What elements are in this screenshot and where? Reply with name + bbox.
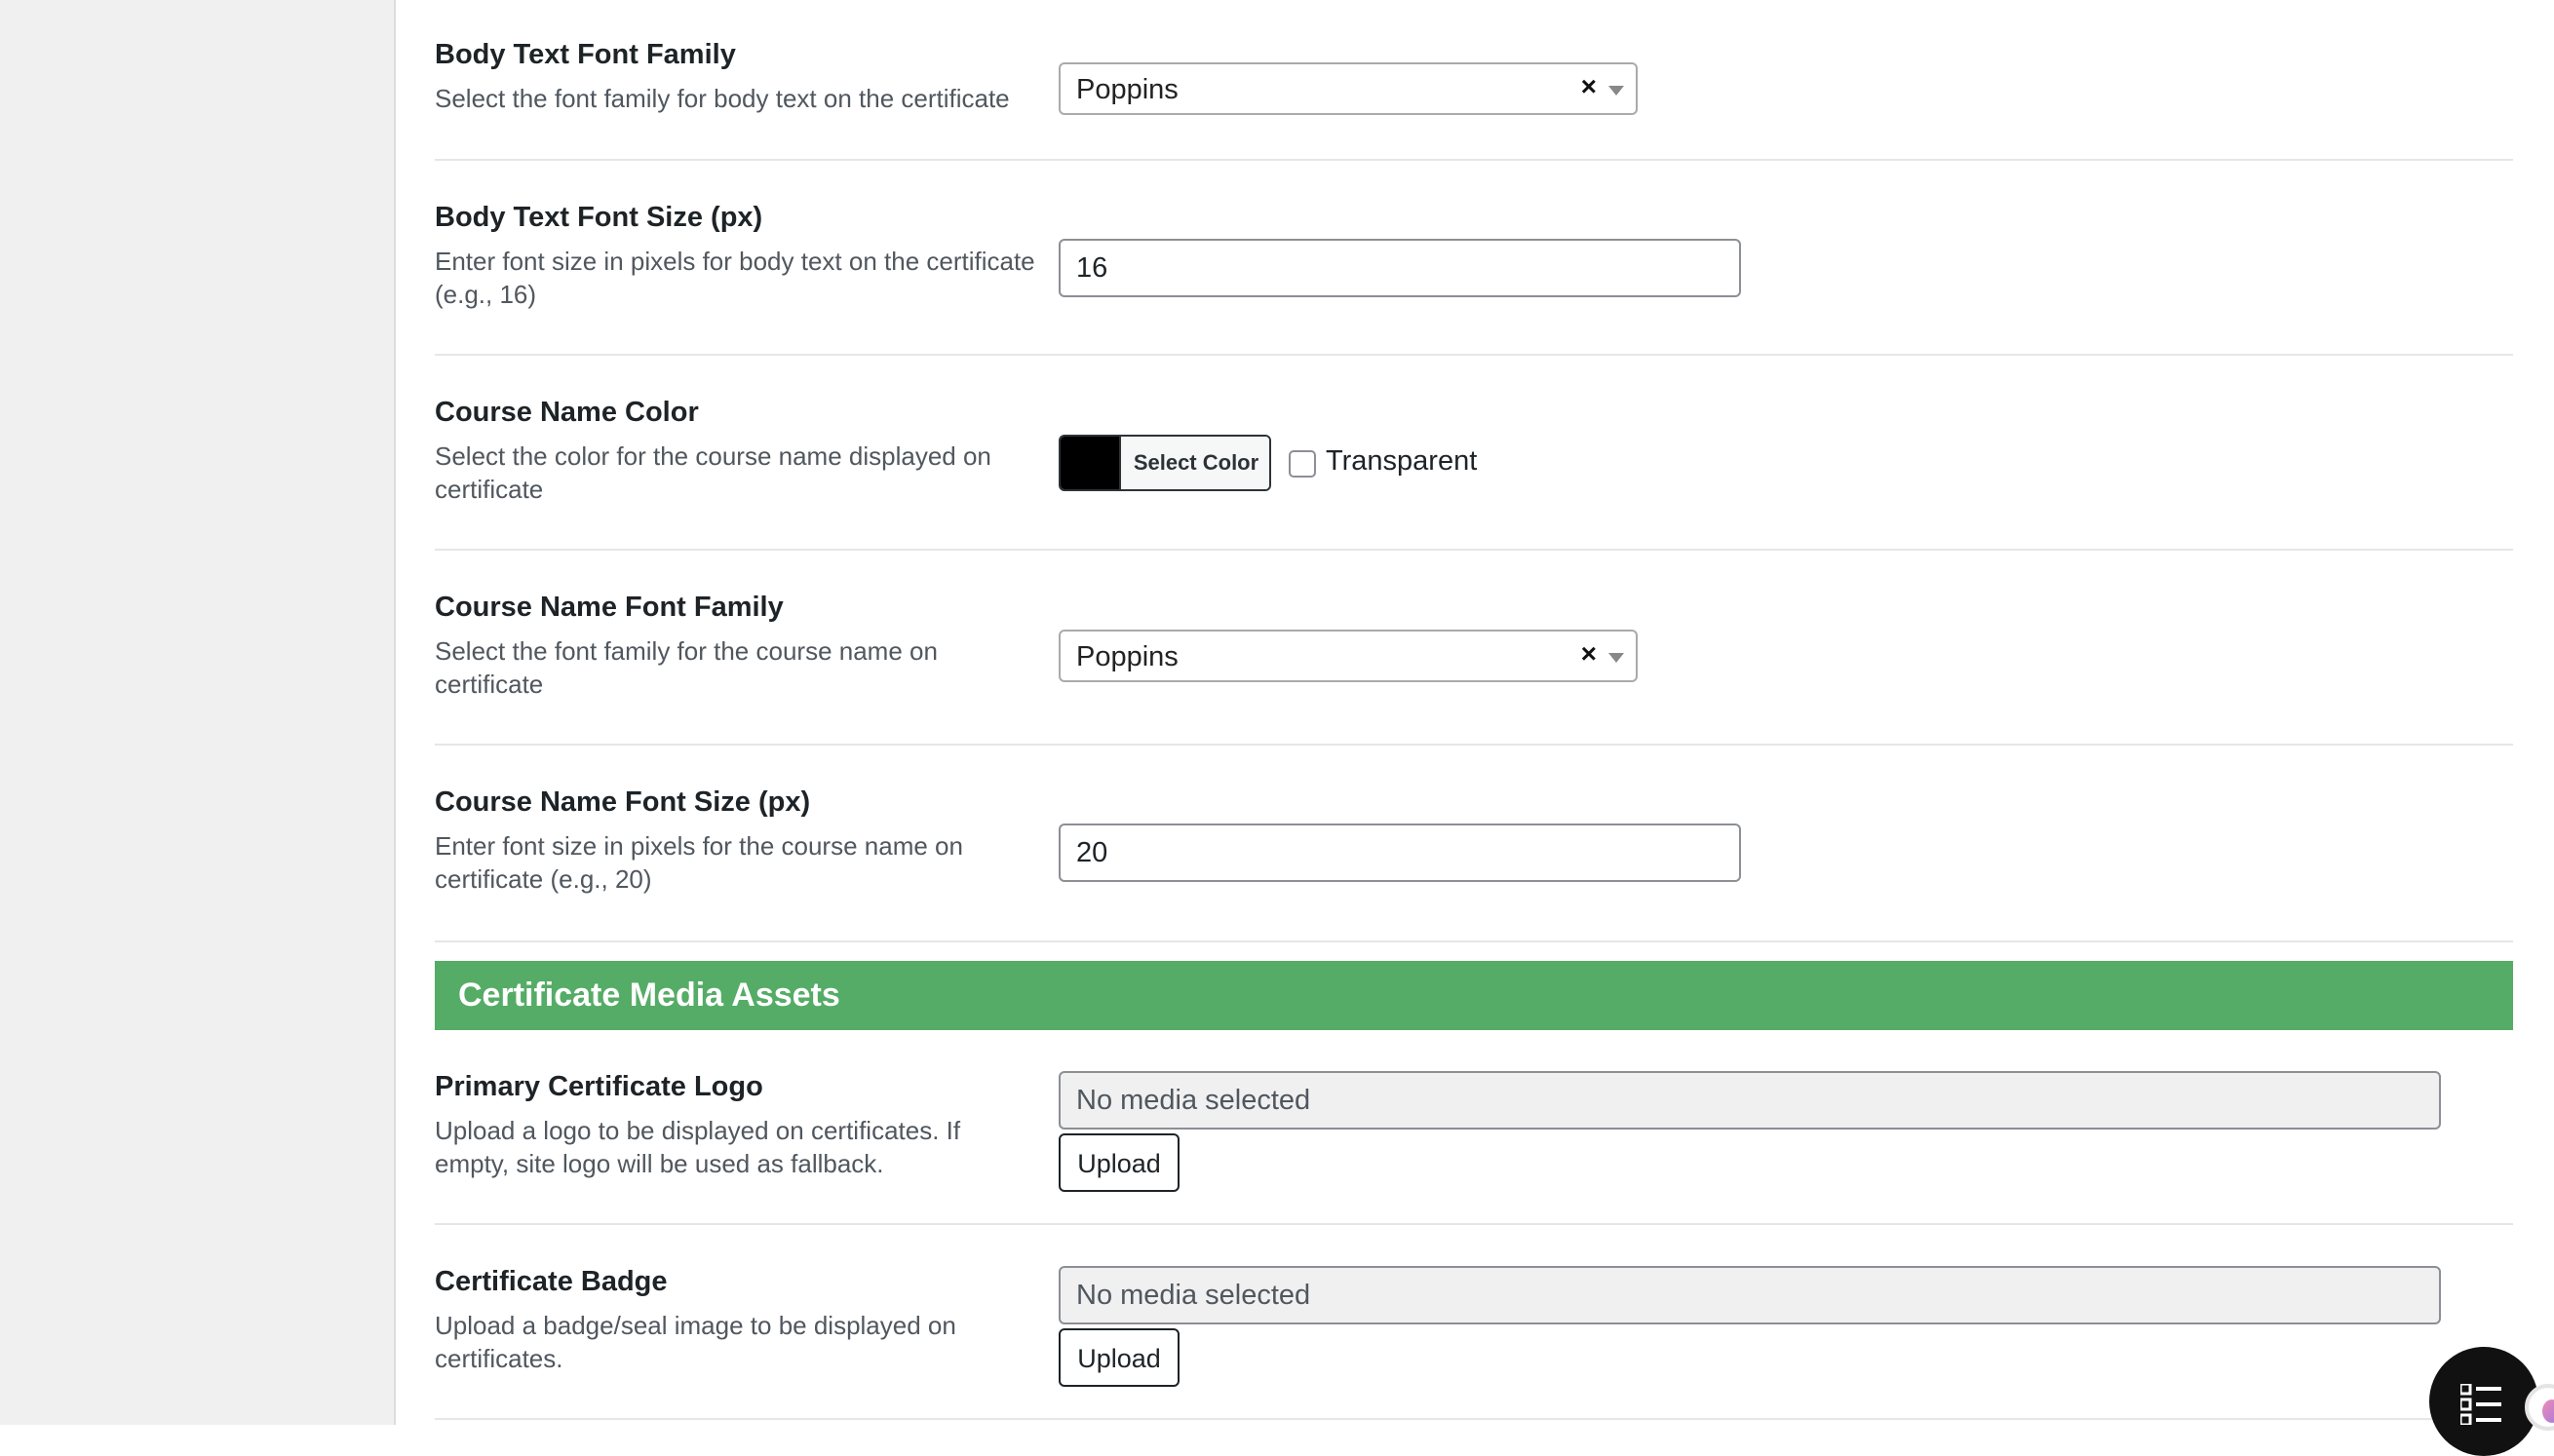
- field-description: Upload a logo to be displayed on certifi…: [435, 1116, 961, 1178]
- select-value: Poppins: [1076, 641, 1179, 672]
- field-description: Enter font size in pixels for the course…: [435, 831, 963, 894]
- field-title: Certificate Badge: [435, 1266, 668, 1297]
- field-title: Course Name Font Family: [435, 592, 784, 623]
- field-description: Upload a badge/seal image to be displaye…: [435, 1311, 956, 1373]
- clear-icon[interactable]: ×: [1581, 71, 1597, 102]
- row-certificate-badge: Certificate Badge Upload a badge/seal im…: [435, 1225, 2513, 1420]
- upload-primary-logo-button[interactable]: Upload: [1059, 1133, 1180, 1192]
- settings-form: Body Text Font Family Select the font fa…: [435, 0, 2513, 1425]
- field-description: Select the color for the course name dis…: [435, 441, 991, 504]
- field-description: Select the font family for the course na…: [435, 636, 938, 699]
- badge-media-field: No media selected: [1059, 1266, 2441, 1324]
- upload-badge-button[interactable]: Upload: [1059, 1328, 1180, 1387]
- course-name-font-size-input[interactable]: [1059, 824, 1741, 882]
- transparent-checkbox[interactable]: [1289, 450, 1316, 478]
- field-title: Body Text Font Size (px): [435, 202, 763, 233]
- admin-sidebar: [0, 0, 396, 1425]
- select-color-button[interactable]: Select Color: [1059, 435, 1271, 491]
- color-swatch: [1061, 437, 1119, 489]
- row-course-name-color: Course Name Color Select the color for t…: [435, 356, 2513, 551]
- course-name-font-family-select[interactable]: Poppins ×: [1059, 630, 1638, 682]
- field-description: Select the font family for body text on …: [435, 84, 1010, 113]
- chevron-down-icon[interactable]: [1608, 86, 1624, 96]
- select-value: Poppins: [1076, 74, 1179, 105]
- section-header-media-assets: Certificate Media Assets: [435, 961, 2513, 1030]
- row-course-name-font-family: Course Name Font Family Select the font …: [435, 551, 2513, 746]
- floating-menu-button[interactable]: [2429, 1347, 2538, 1456]
- field-title: Course Name Color: [435, 397, 699, 428]
- transparent-label[interactable]: Transparent: [1326, 445, 1477, 478]
- list-icon: [2460, 1384, 2501, 1425]
- field-title: Body Text Font Family: [435, 39, 736, 70]
- clear-icon[interactable]: ×: [1581, 638, 1597, 670]
- field-title: Primary Certificate Logo: [435, 1071, 763, 1102]
- select-color-label: Select Color: [1119, 437, 1269, 489]
- row-body-font-family: Body Text Font Family Select the font fa…: [435, 0, 2513, 161]
- section-title: Certificate Media Assets: [458, 977, 840, 1014]
- row-course-name-font-size: Course Name Font Size (px) Enter font si…: [435, 746, 2513, 942]
- field-title: Course Name Font Size (px): [435, 786, 811, 818]
- row-primary-logo: Primary Certificate Logo Upload a logo t…: [435, 1030, 2513, 1225]
- body-font-family-select[interactable]: Poppins ×: [1059, 62, 1638, 115]
- primary-logo-media-field: No media selected: [1059, 1071, 2441, 1130]
- row-body-font-size: Body Text Font Size (px) Enter font size…: [435, 161, 2513, 356]
- chevron-down-icon[interactable]: [1608, 653, 1624, 663]
- body-font-size-input[interactable]: [1059, 239, 1741, 297]
- field-description: Enter font size in pixels for body text …: [435, 247, 1035, 309]
